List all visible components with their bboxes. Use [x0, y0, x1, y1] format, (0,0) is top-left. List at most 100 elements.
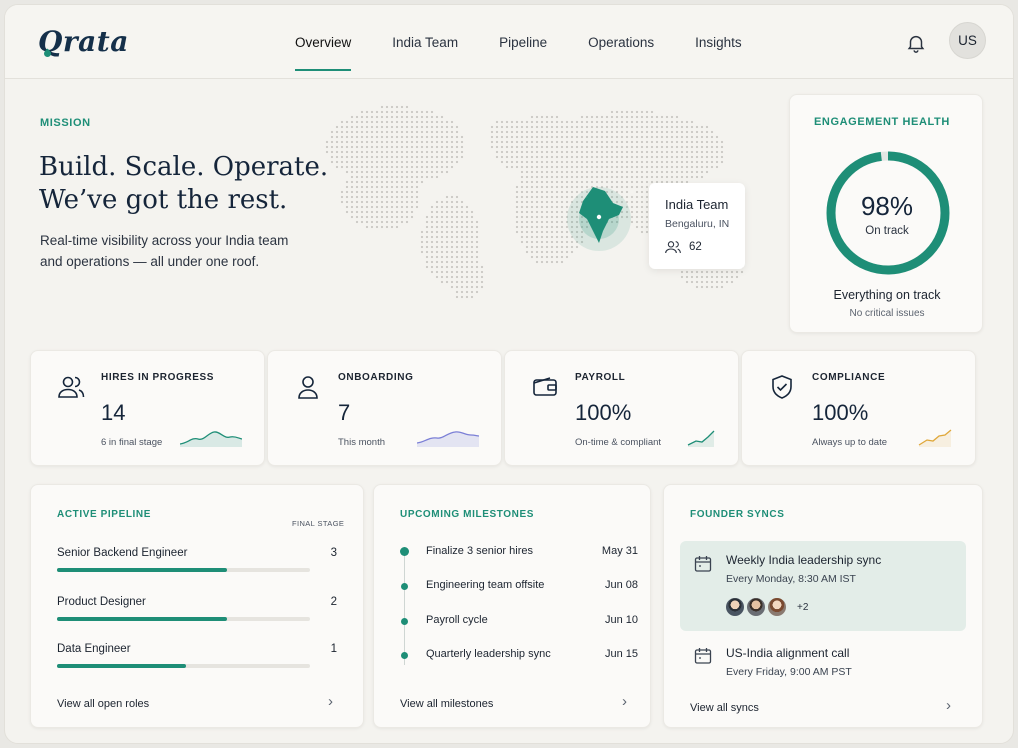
- health-submessage: No critical issues: [849, 308, 925, 319]
- role-progress-bar: [57, 568, 310, 572]
- milestone-name: Finalize 3 senior hires: [426, 545, 533, 557]
- role-name: Data Engineer: [57, 643, 131, 655]
- milestone-date: Jun 08: [604, 579, 638, 591]
- top-bar: Qrata Overview India Team Pipeline Opera…: [5, 5, 1013, 79]
- role-count: 1: [330, 643, 337, 655]
- role-count: 3: [330, 547, 337, 559]
- milestone-name: Payroll cycle: [426, 614, 488, 626]
- timeline-dot: [401, 583, 408, 590]
- milestones-title: UPCOMING MILESTONES: [400, 509, 535, 520]
- stat-title: ONBOARDING: [338, 372, 414, 383]
- chevron-right-icon[interactable]: ›: [622, 693, 627, 710]
- stat-title: HIRES IN PROGRESS: [101, 372, 214, 383]
- bell-icon[interactable]: [905, 31, 927, 55]
- sync-schedule: Every Monday, 8:30 AM IST: [726, 573, 856, 585]
- pipeline-title: ACTIVE PIPELINE: [57, 509, 152, 520]
- active-pipeline-card: ACTIVE PIPELINE FINAL STAGE Senior Backe…: [30, 484, 364, 728]
- location-pin: [596, 214, 602, 220]
- user-avatar[interactable]: US: [949, 22, 986, 59]
- location-title: India Team: [665, 197, 729, 212]
- milestone-date: Jun 15: [604, 648, 638, 660]
- users-icon: [665, 241, 681, 254]
- user-icon: [298, 376, 318, 399]
- shield-check-icon: [772, 375, 792, 399]
- founder-syncs-card: FOUNDER SYNCS Weekly India leadership sy…: [663, 484, 983, 728]
- participant-avatar[interactable]: [766, 596, 788, 618]
- sync-item-highlighted[interactable]: Weekly India leadership sync Every Monda…: [680, 541, 966, 631]
- milestone-name: Engineering team offsite: [426, 579, 545, 591]
- milestone-item[interactable]: Finalize 3 senior hires May 31: [400, 545, 638, 561]
- milestone-date: May 31: [601, 545, 638, 557]
- health-percent: 98%: [860, 191, 914, 221]
- sparkline: [180, 431, 242, 447]
- nav-tab-operations[interactable]: Operations: [588, 5, 654, 79]
- pipeline-role[interactable]: Data Engineer 1: [57, 643, 337, 668]
- sparkline: [417, 431, 479, 447]
- view-all-syncs-link[interactable]: View all syncs: [690, 702, 759, 714]
- stat-note: On-time & compliant: [575, 437, 662, 448]
- health-message: Everything on track: [833, 288, 941, 302]
- nav-tab-pipeline[interactable]: Pipeline: [499, 5, 547, 79]
- main-nav: Overview India Team Pipeline Operations …: [295, 5, 783, 79]
- milestone-name: Quarterly leadership sync: [426, 648, 551, 660]
- chevron-right-icon[interactable]: ›: [946, 697, 951, 714]
- calendar-icon: [694, 648, 712, 664]
- role-progress-bar: [57, 664, 310, 668]
- stat-hires-in-progress[interactable]: HIRES IN PROGRESS 14 6 in final stage: [30, 350, 265, 466]
- stat-value: 7: [338, 400, 351, 425]
- milestone-item[interactable]: Engineering team offsite Jun 08: [400, 579, 638, 595]
- health-eyebrow: ENGAGEMENT HEALTH: [814, 116, 950, 128]
- nav-tab-insights[interactable]: Insights: [695, 5, 742, 79]
- milestone-item[interactable]: Payroll cycle Jun 10: [400, 614, 638, 630]
- upcoming-milestones-card: UPCOMING MILESTONES Finalize 3 senior hi…: [373, 484, 651, 728]
- stat-title: COMPLIANCE: [812, 372, 886, 383]
- hero-subtext: Real-time visibility across your India t…: [40, 233, 289, 269]
- engagement-health-card: ENGAGEMENT HEALTH 98% On track Everythin…: [789, 94, 983, 333]
- role-name: Product Designer: [57, 596, 146, 608]
- stat-payroll[interactable]: PAYROLL 100% On-time & compliant: [504, 350, 739, 466]
- users-icon: [58, 376, 85, 398]
- nav-tab-india-team[interactable]: India Team: [392, 5, 458, 79]
- stat-onboarding[interactable]: ONBOARDING 7 This month: [267, 350, 502, 466]
- stat-value: 100%: [812, 400, 869, 425]
- view-all-roles-link[interactable]: View all open roles: [57, 698, 149, 710]
- location-headcount: 62: [665, 240, 745, 254]
- location-city: Bengaluru, IN: [665, 218, 730, 230]
- participant-avatar[interactable]: [745, 596, 767, 618]
- sync-schedule: Every Friday, 9:00 AM PST: [726, 666, 852, 678]
- mission-eyebrow: MISSION: [40, 117, 91, 129]
- stat-note: Always up to date: [812, 437, 887, 448]
- brand-logo[interactable]: Qrata: [38, 25, 129, 59]
- timeline-dot: [400, 547, 409, 556]
- final-stage-header: FINAL STAGE: [292, 519, 345, 528]
- stat-title: PAYROLL: [575, 372, 626, 383]
- stat-value: 100%: [575, 400, 632, 425]
- stat-value: 14: [101, 400, 126, 425]
- role-progress-bar: [57, 617, 310, 621]
- participant-avatar[interactable]: [724, 596, 746, 618]
- stat-note: 6 in final stage: [101, 437, 163, 448]
- sync-title: Weekly India leadership sync: [726, 553, 882, 567]
- app-window: Qrata Overview India Team Pipeline Opera…: [4, 4, 1014, 744]
- sparkline: [918, 429, 952, 447]
- stat-note: This month: [338, 437, 385, 448]
- sparkline: [687, 430, 715, 447]
- role-count: 2: [330, 596, 337, 608]
- hero-headline: Build. Scale. Operate. We’ve got the res…: [39, 152, 329, 215]
- stat-compliance[interactable]: COMPLIANCE 100% Always up to date: [741, 350, 976, 466]
- chevron-right-icon[interactable]: ›: [328, 693, 333, 710]
- health-status: On track: [865, 225, 909, 237]
- timeline-dot: [401, 652, 408, 659]
- pipeline-role[interactable]: Product Designer 2: [57, 596, 337, 621]
- milestone-item[interactable]: Quarterly leadership sync Jun 15: [400, 648, 638, 664]
- calendar-icon: [694, 556, 712, 572]
- milestone-date: Jun 10: [604, 614, 638, 626]
- view-all-milestones-link[interactable]: View all milestones: [400, 698, 493, 710]
- pipeline-role[interactable]: Senior Backend Engineer 3: [57, 547, 337, 572]
- nav-tab-overview[interactable]: Overview: [295, 5, 352, 79]
- timeline-dot: [401, 618, 408, 625]
- wallet-icon: [533, 377, 557, 396]
- role-name: Senior Backend Engineer: [57, 547, 188, 559]
- location-tooltip: India Team Bengaluru, IN 62: [649, 183, 745, 269]
- more-participants-count[interactable]: +2: [797, 602, 808, 613]
